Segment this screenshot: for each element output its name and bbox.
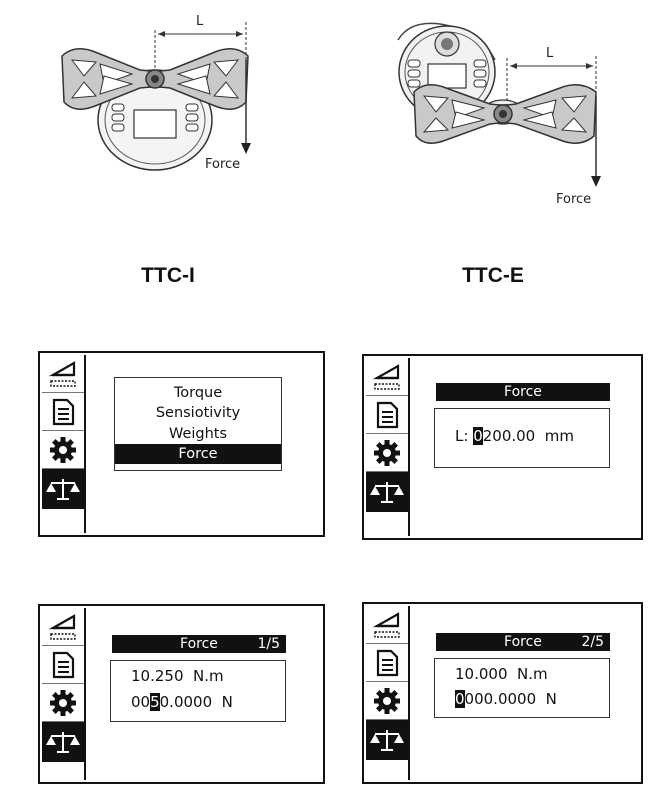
page-indicator: 2/5 <box>581 634 604 650</box>
screen-sidebar <box>366 606 410 780</box>
torque-wrench-icon[interactable] <box>366 606 408 644</box>
screen-title-bar: Force <box>436 383 610 401</box>
balance-scale-icon[interactable] <box>42 469 84 509</box>
gear-icon[interactable] <box>42 684 84 722</box>
document-icon[interactable] <box>366 396 408 434</box>
value-box: L: 0200.00 mm <box>434 408 610 468</box>
screen-force-2: Force 2/5 10.000 N.m 0000.0000 N <box>362 602 643 784</box>
ttc-e-caption: TTC-E <box>462 264 524 287</box>
balance-scale-icon[interactable] <box>366 472 408 512</box>
balance-scale-icon[interactable] <box>42 722 84 762</box>
screen-force-1: Force 1/5 10.250 N.m 0050.0000 N <box>38 604 325 784</box>
value-box: 10.250 N.m 0050.0000 N <box>110 660 286 722</box>
ttc-e-device <box>397 22 601 187</box>
menu-item-weights[interactable]: Weights <box>115 424 281 444</box>
menu-item-torque[interactable]: Torque <box>115 383 281 403</box>
torque-wrench-icon[interactable] <box>42 355 84 393</box>
force-field[interactable]: 0000.0000 N <box>455 690 557 708</box>
screen-sidebar <box>366 358 410 536</box>
torque-value: 10.000 N.m <box>455 665 548 683</box>
ttc-e-dimension-label: L <box>546 46 554 61</box>
page-indicator: 1/5 <box>257 636 280 652</box>
ttc-i-dimension-label: L <box>196 14 204 29</box>
edit-cursor: 0 <box>473 427 483 445</box>
value-box: 10.000 N.m 0000.0000 N <box>434 658 610 718</box>
menu-item-force[interactable]: Force <box>115 444 281 464</box>
ttc-i-device <box>61 22 251 171</box>
screen-sidebar <box>42 608 86 780</box>
force-field[interactable]: 0050.0000 N <box>131 693 233 711</box>
screen-title: Force <box>504 384 542 400</box>
document-icon[interactable] <box>366 644 408 682</box>
screen-length-entry: Force L: 0200.00 mm <box>362 354 643 540</box>
screen-title-bar: Force 1/5 <box>112 635 286 653</box>
menu-item-sensitivity[interactable]: Sensiotivity <box>115 403 281 423</box>
document-icon[interactable] <box>42 646 84 684</box>
screen-menu: Torque Sensiotivity Weights Force <box>38 351 325 537</box>
torque-value: 10.250 N.m <box>131 667 224 685</box>
gear-icon[interactable] <box>366 434 408 472</box>
document-icon[interactable] <box>42 393 84 431</box>
balance-scale-icon[interactable] <box>366 720 408 760</box>
torque-wrench-icon[interactable] <box>366 358 408 396</box>
ttc-i-force-label: Force <box>205 157 241 172</box>
length-field[interactable]: L: 0200.00 mm <box>455 427 574 445</box>
gear-icon[interactable] <box>366 682 408 720</box>
function-menu: Torque Sensiotivity Weights Force <box>114 377 282 471</box>
screen-sidebar <box>42 355 86 533</box>
ttc-e-force-label: Force <box>556 192 592 207</box>
edit-cursor: 5 <box>150 693 160 711</box>
screen-title-bar: Force 2/5 <box>436 633 610 651</box>
edit-cursor: 0 <box>455 690 465 708</box>
gear-icon[interactable] <box>42 431 84 469</box>
torque-wrench-icon[interactable] <box>42 608 84 646</box>
ttc-i-caption: TTC-I <box>141 264 195 287</box>
